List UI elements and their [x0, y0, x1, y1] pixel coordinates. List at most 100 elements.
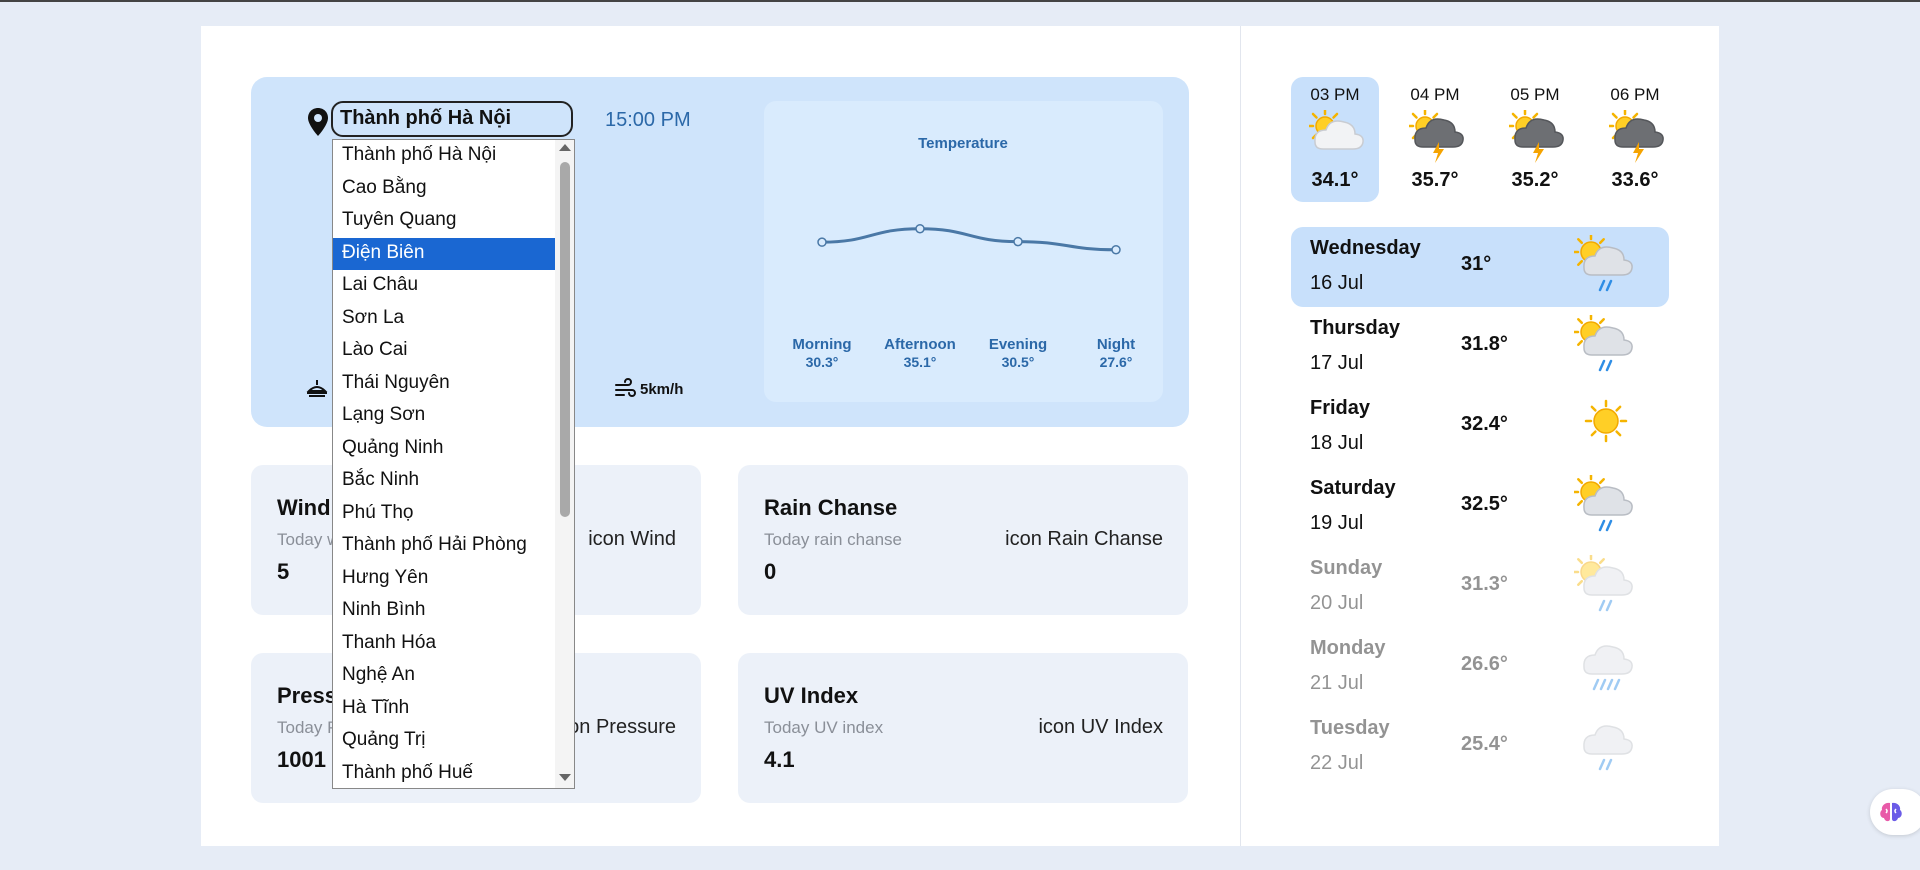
city-option[interactable]: Hà Tĩnh: [333, 693, 555, 725]
chart-title: Temperature: [918, 135, 1008, 152]
day-name: Sunday: [1310, 557, 1383, 579]
period-temp-label: 30.3°: [806, 354, 839, 370]
day-name: Thursday: [1310, 317, 1401, 339]
day-date: 20 Jul: [1310, 592, 1364, 614]
daily-item[interactable]: Tuesday 22 Jul 25.4°: [1291, 707, 1669, 787]
scrollbar-thumb[interactable]: [560, 162, 570, 517]
day-name: Monday: [1310, 637, 1386, 659]
city-option[interactable]: Sơn La: [333, 303, 555, 335]
brain-icon: [1880, 802, 1902, 822]
day-temp: 25.4°: [1461, 733, 1508, 755]
city-dropdown-list[interactable]: Thành phố Hà Nội Cao Bằng Tuyên Quang Điện …: [332, 139, 575, 789]
daily-item[interactable]: Thursday 17 Jul 31.8°: [1291, 307, 1669, 387]
daily-item[interactable]: Monday 21 Jul 26.6°: [1291, 627, 1669, 707]
assistant-button[interactable]: [1870, 789, 1920, 835]
city-option[interactable]: Thành phố Huế: [333, 758, 555, 789]
hourly-temp: 33.6°: [1611, 169, 1659, 191]
daily-item[interactable]: Friday 18 Jul 32.4°: [1291, 387, 1669, 467]
temperature-line: [821, 227, 1117, 252]
partly-cloudy-icon: [1309, 110, 1364, 150]
daily-item[interactable]: Sunday 20 Jul 31.3°: [1291, 547, 1669, 627]
sun-rain-icon: [1574, 235, 1633, 292]
period-temp-label: 30.5°: [1002, 354, 1035, 370]
day-date: 19 Jul: [1310, 512, 1364, 534]
temperature-point: [817, 237, 827, 247]
city-option[interactable]: Quảng Ninh: [333, 433, 555, 465]
city-option[interactable]: Lai Châu: [333, 270, 555, 302]
day-temp: 26.6°: [1461, 653, 1508, 675]
card-value: 4.1: [764, 747, 795, 772]
city-option[interactable]: Quảng Trị: [333, 725, 555, 757]
hourly-time: 06 PM: [1610, 85, 1660, 104]
uv-index-card-icon: icon UV Index: [1038, 716, 1163, 738]
sun-rain-icon: [1574, 475, 1633, 532]
card-value: 0: [764, 559, 777, 584]
day-name: Tuesday: [1310, 717, 1390, 739]
card-value: 5: [277, 559, 290, 584]
dropdown-scrollbar[interactable]: [555, 140, 574, 788]
day-temp: 31.8°: [1461, 333, 1508, 355]
thunderstorm-icon: [1509, 110, 1564, 163]
hourly-item[interactable]: 04 PM 35.7°: [1391, 77, 1479, 202]
hourly-item[interactable]: 03 PM 34.1°: [1291, 77, 1379, 202]
period-temp-label: 35.1°: [904, 354, 937, 370]
daily-item[interactable]: Wednesday 16 Jul 31°: [1291, 227, 1669, 307]
card-title: Wind: [277, 495, 331, 520]
city-option[interactable]: Thái Nguyên: [333, 368, 555, 400]
day-temp: 32.4°: [1461, 413, 1508, 435]
day-date: 22 Jul: [1310, 752, 1364, 774]
day-temp: 31.3°: [1461, 573, 1508, 595]
top-border: [0, 0, 1920, 2]
location-pin-icon: [308, 108, 328, 136]
column-divider: [1240, 26, 1241, 846]
hourly-temp: 35.2°: [1511, 169, 1559, 191]
city-select[interactable]: Thành phố Hà Nội: [331, 101, 573, 137]
temperature-point: [915, 223, 925, 234]
scroll-down-arrow-icon[interactable]: [559, 774, 571, 781]
day-temp: 31°: [1461, 253, 1492, 275]
city-option[interactable]: Phú Thọ: [333, 498, 555, 530]
card-value: 1001: [277, 747, 326, 772]
sun-rain-icon: [1574, 315, 1633, 372]
city-option[interactable]: Bắc Ninh: [333, 465, 555, 497]
hourly-temp: 34.1°: [1311, 169, 1359, 191]
day-date: 17 Jul: [1310, 352, 1364, 374]
day-date: 16 Jul: [1310, 272, 1364, 294]
hourly-item[interactable]: 06 PM 33.6°: [1591, 77, 1679, 202]
city-option[interactable]: Điện Biên: [333, 237, 555, 270]
hourly-time: 04 PM: [1410, 85, 1460, 104]
temperature-chart-svg: Temperature Morning30.3° Afternoon35.1° Eve…: [792, 135, 1135, 370]
city-option[interactable]: Lào Cai: [333, 335, 555, 367]
city-option[interactable]: Tuyên Quang: [333, 205, 555, 237]
temperature-chart: Temperature Morning 30.3° Afternoon 35.1° Eve…: [764, 101, 1163, 402]
hourly-time: 05 PM: [1510, 85, 1560, 104]
thunderstorm-icon: [1609, 110, 1664, 163]
humidity-icon: [306, 380, 328, 397]
city-option[interactable]: Thành phố Hà Nội: [333, 140, 555, 172]
period-label: Evening: [989, 336, 1047, 353]
card-title: Rain Chanse: [764, 495, 898, 520]
city-option[interactable]: Nghệ An: [333, 660, 555, 692]
wind-icon: [615, 378, 636, 397]
city-option[interactable]: Lạng Sơn: [333, 400, 555, 432]
day-date: 18 Jul: [1310, 432, 1364, 454]
sun-icon: [1584, 399, 1628, 443]
temperature-point: [1111, 244, 1121, 255]
period-temp-label: 27.6°: [1100, 354, 1133, 370]
scroll-up-arrow-icon[interactable]: [559, 144, 571, 151]
city-option[interactable]: Hưng Yên: [333, 563, 555, 595]
rain-icon: [1583, 725, 1633, 771]
city-option[interactable]: Thành phố Hải Phòng: [333, 530, 555, 562]
hourly-temp: 35.7°: [1411, 169, 1459, 191]
city-option[interactable]: Thanh Hóa: [333, 628, 555, 660]
current-time: 15:00 PM: [605, 109, 691, 131]
day-name: Saturday: [1310, 477, 1396, 499]
card-subtitle: Today rain chanse: [764, 530, 902, 549]
hourly-item[interactable]: 05 PM 35.2°: [1491, 77, 1579, 202]
city-option[interactable]: Ninh Bình: [333, 595, 555, 627]
heavy-rain-icon: [1583, 645, 1633, 691]
card-subtitle: Today UV index: [764, 718, 884, 737]
daily-item[interactable]: Saturday 19 Jul 32.5°: [1291, 467, 1669, 547]
day-temp: 32.5°: [1461, 493, 1508, 515]
city-option[interactable]: Cao Bằng: [333, 173, 555, 205]
